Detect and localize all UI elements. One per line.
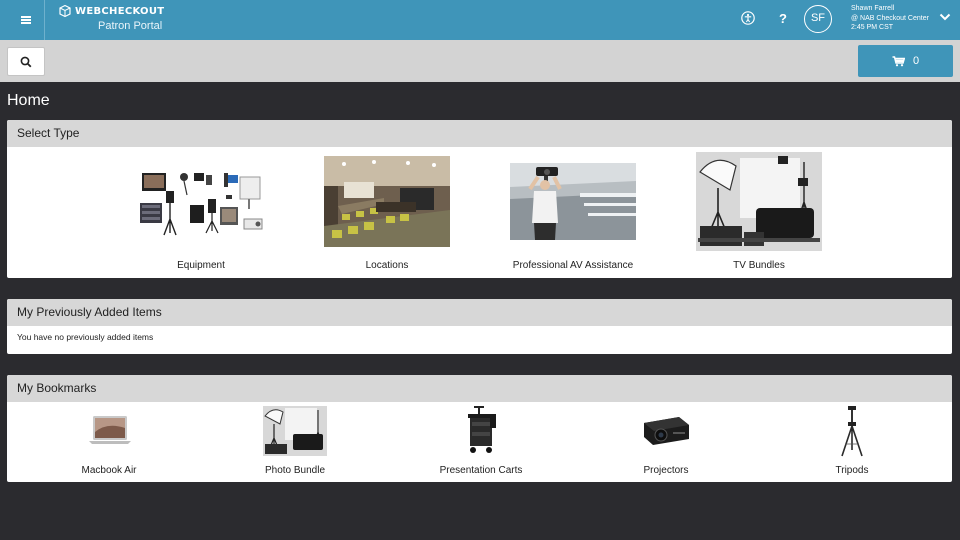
- accessibility-icon[interactable]: [740, 11, 756, 27]
- type-label: TV Bundles: [733, 260, 785, 271]
- page-title: Home: [7, 92, 50, 109]
- bookmarks-panel: My Bookmarks Macbook Air Photo Bundle Pr…: [7, 375, 952, 482]
- toolbar: 0: [0, 40, 960, 82]
- search-icon: [20, 56, 32, 67]
- panel-heading: My Previously Added Items: [7, 299, 952, 326]
- type-tile-tv-bundles[interactable]: TV Bundles: [684, 120, 834, 278]
- bookmark-label: Presentation Carts: [439, 465, 523, 476]
- brand-name: WEBCHECKOUT: [75, 5, 165, 17]
- bookmark-tripods[interactable]: Tripods: [792, 375, 912, 482]
- bookmark-label: Tripods: [835, 465, 869, 476]
- avatar[interactable]: SF: [804, 5, 832, 33]
- photo-bundle-image: [263, 406, 327, 456]
- hamburger-icon: [20, 16, 31, 24]
- locations-image: [324, 156, 450, 247]
- laptop-image: [89, 416, 131, 444]
- search-button[interactable]: [7, 47, 45, 76]
- user-info[interactable]: Shawn Farrell @ NAB Checkout Center 2:45…: [851, 4, 929, 33]
- empty-message: You have no previously added items: [17, 332, 154, 342]
- bookmark-photo-bundle[interactable]: Photo Bundle: [235, 375, 355, 482]
- tv-bundles-image: [696, 152, 822, 251]
- top-bar: WEBCHECKOUT Patron Portal ? SF Shawn Far…: [0, 0, 960, 40]
- av-assistance-image: [510, 163, 636, 240]
- user-time: 2:45 PM CST: [851, 24, 894, 31]
- type-label: Equipment: [177, 260, 225, 271]
- user-location: @ NAB Checkout Center: [851, 14, 929, 22]
- type-label: Locations: [365, 260, 409, 271]
- menu-button[interactable]: [7, 0, 45, 40]
- type-tile-equipment[interactable]: Equipment: [126, 120, 276, 278]
- webcheckout-logo-icon: [59, 4, 71, 18]
- chevron-down-icon[interactable]: [939, 12, 951, 22]
- type-tile-locations[interactable]: Locations: [312, 120, 462, 278]
- bookmark-projectors[interactable]: Projectors: [606, 375, 726, 482]
- cart-image: [468, 406, 496, 453]
- portal-name: Patron Portal: [98, 20, 163, 32]
- bookmark-presentation-carts[interactable]: Presentation Carts: [421, 375, 541, 482]
- cart-icon: [892, 55, 905, 66]
- cart-count: 0: [912, 55, 920, 67]
- brand[interactable]: WEBCHECKOUT Patron Portal: [58, 4, 164, 32]
- help-icon[interactable]: ?: [775, 11, 791, 27]
- bookmark-macbook-air[interactable]: Macbook Air: [49, 375, 169, 482]
- bookmark-label: Macbook Air: [81, 465, 137, 476]
- bookmark-label: Photo Bundle: [264, 465, 326, 476]
- projector-image: [644, 417, 689, 445]
- select-type-panel: Select Type Equipment Locations Professi…: [7, 120, 952, 278]
- previously-added-panel: My Previously Added Items You have no pr…: [7, 299, 952, 354]
- bookmark-label: Projectors: [643, 465, 689, 476]
- type-tile-professional-av-assistance[interactable]: Professional AV Assistance: [498, 120, 648, 278]
- user-name: Shawn Farrell: [851, 5, 895, 12]
- type-label: Professional AV Assistance: [512, 260, 634, 271]
- cart-button[interactable]: 0: [858, 45, 953, 77]
- equipment-image: [140, 169, 264, 237]
- tripod-image: [841, 406, 863, 457]
